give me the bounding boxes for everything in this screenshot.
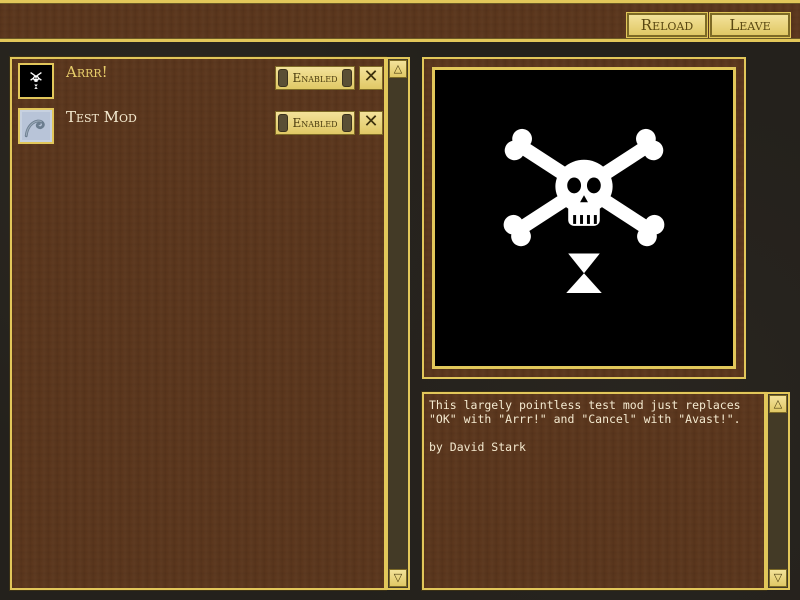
description-line: "OK" with "Arrr!" and "Cancel" with "Ava… [429,412,741,426]
description-text: This largely pointless test mod just rep… [429,398,760,454]
mod-name: Arrr! [66,63,108,81]
jolly-roger-icon [18,63,54,99]
scroll-up-icon[interactable]: △ [769,395,787,413]
mod-preview [422,57,746,379]
top-bar: Reload Leave [0,0,800,42]
preview-image [432,67,736,369]
reload-button[interactable]: Reload [626,12,708,38]
enabled-toggle[interactable]: Enabled [275,111,355,135]
mod-list: Arrr! Enabled ✕ Test Mod Enabled ✕ [10,57,386,590]
leave-button[interactable]: Leave [709,12,791,38]
toggle-knob-left [278,69,288,87]
toggle-knob-right [342,114,352,132]
author-line: by David Stark [429,440,526,454]
scroll-down-icon[interactable]: ▽ [389,569,407,587]
mod-description: This largely pointless test mod just rep… [422,392,766,590]
remove-mod-button[interactable]: ✕ [359,111,383,135]
mod-name: Test Mod [66,108,137,126]
remove-mod-button[interactable]: ✕ [359,66,383,90]
enabled-toggle[interactable]: Enabled [275,66,355,90]
toggle-label: Enabled [292,116,338,130]
scroll-down-icon[interactable]: ▽ [769,569,787,587]
description-scrollbar[interactable]: △ ▽ [766,392,790,590]
toggle-label: Enabled [292,71,338,85]
mod-row-arrr[interactable]: Arrr! Enabled ✕ [16,63,383,103]
mod-list-scrollbar[interactable]: △ ▽ [386,57,410,590]
scroll-up-icon[interactable]: △ [389,60,407,78]
mod-row-test-mod[interactable]: Test Mod Enabled ✕ [16,108,383,148]
jolly-roger-icon [503,128,665,293]
toggle-knob-right [342,69,352,87]
tentacle-icon [18,108,54,144]
mod-manager-screen: Reload Leave Arrr! Enabled ✕ Test Mod En… [0,0,800,600]
description-line: This largely pointless test mod just rep… [429,398,741,412]
toggle-knob-left [278,114,288,132]
